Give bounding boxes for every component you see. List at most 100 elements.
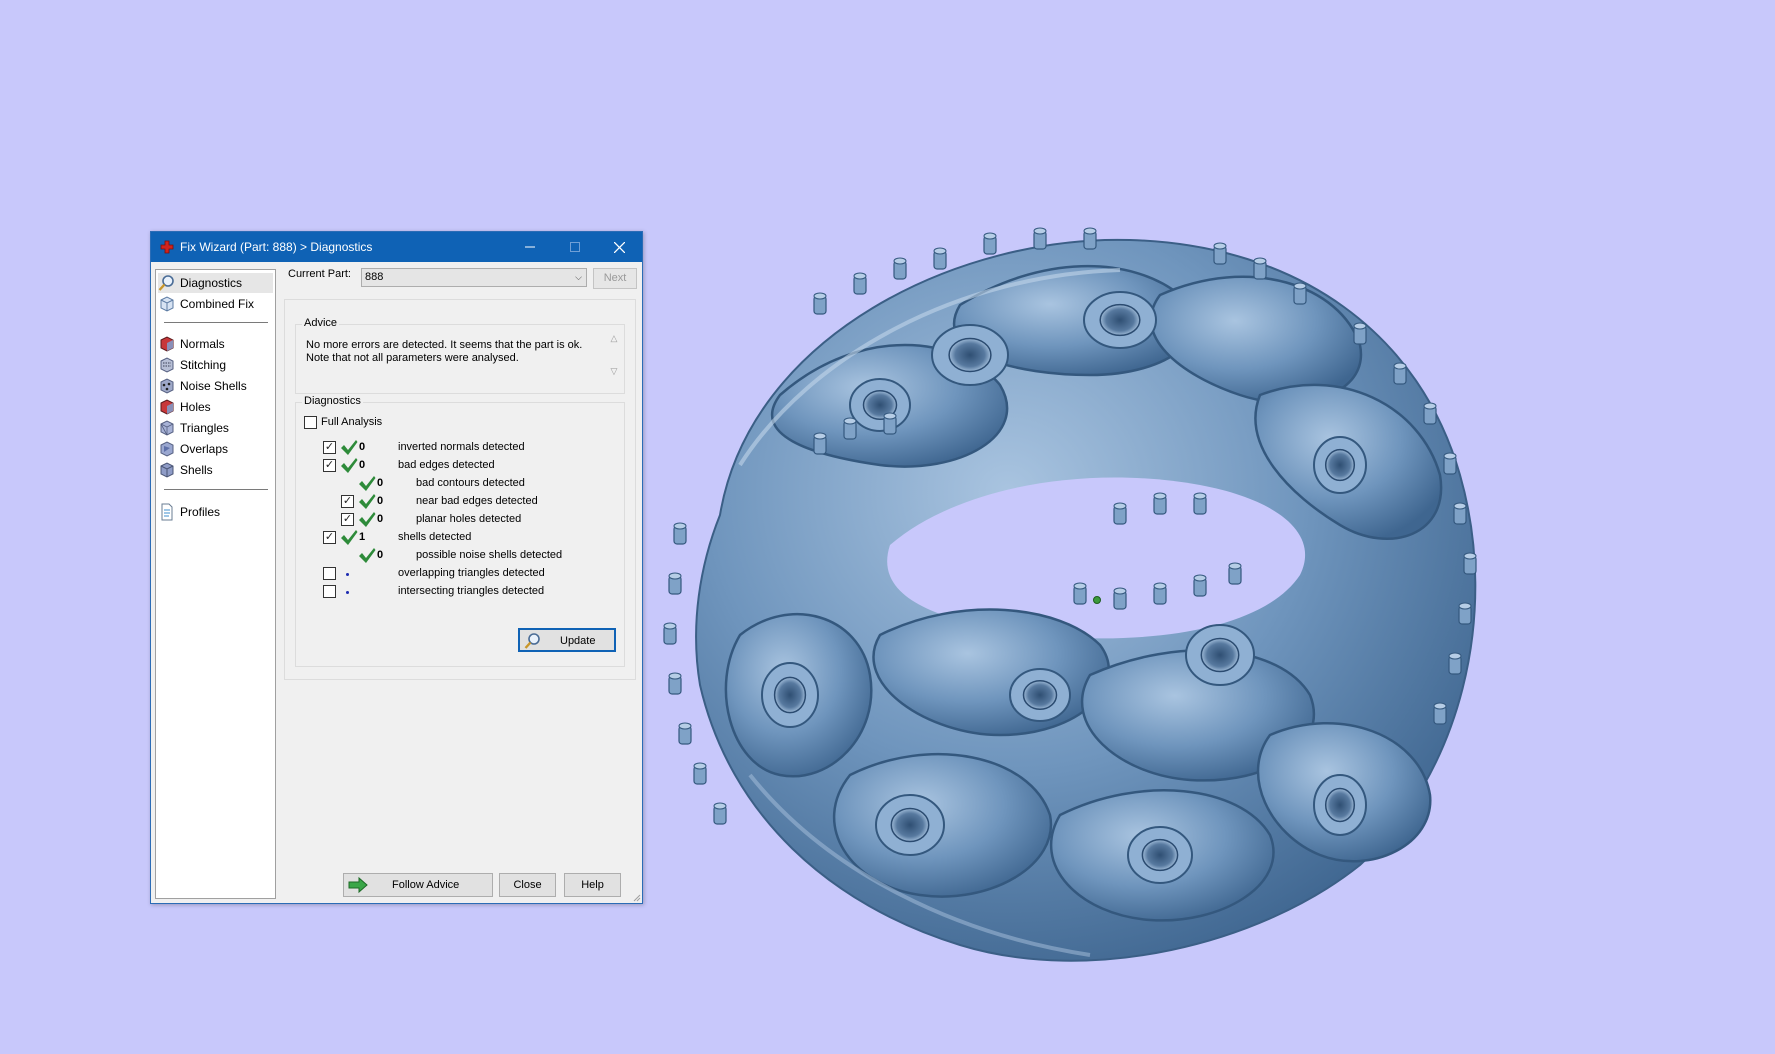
nav-item-stitching[interactable]: Stitching: [158, 355, 226, 375]
nav-label: Normals: [180, 337, 225, 351]
prong-top: [933, 247, 947, 255]
nav-divider: [164, 322, 268, 323]
diagnostic-label: intersecting triangles detected: [398, 585, 545, 597]
close-window-button[interactable]: [597, 232, 642, 262]
nav-item-overlaps[interactable]: Overlaps: [158, 439, 228, 459]
advice-text: No more errors are detected. It seems th…: [306, 339, 583, 364]
holes-cube-icon: [160, 399, 174, 415]
prong-top: [1443, 452, 1457, 460]
diagnostic-label: bad edges detected: [398, 459, 495, 471]
advice-group: Advice No more errors are detected. It s…: [295, 317, 625, 394]
diagnostic-checkbox[interactable]: ✓: [323, 459, 336, 472]
prong-top: [1353, 322, 1367, 330]
diagnostic-checkbox[interactable]: ✓: [323, 531, 336, 544]
scroll-down-icon[interactable]: ▽: [607, 366, 621, 377]
help-button[interactable]: Help: [564, 873, 621, 897]
prong-top: [1113, 587, 1127, 595]
green-check-icon: [359, 476, 376, 491]
update-button[interactable]: Update: [518, 628, 616, 652]
hole: [1324, 448, 1356, 482]
prong-top: [843, 417, 857, 425]
prong-top: [1033, 227, 1047, 235]
noise-shells-icon: [160, 378, 174, 394]
prong-top: [1448, 652, 1462, 660]
scroll-up-icon[interactable]: △: [607, 333, 621, 344]
diagnostic-label: bad contours detected: [416, 477, 525, 489]
hole: [1099, 303, 1141, 337]
nav-item-holes[interactable]: Holes: [158, 397, 211, 417]
prong-top: [668, 672, 682, 680]
maximize-icon: [569, 242, 580, 252]
prong-top: [1393, 362, 1407, 370]
prong-top: [1453, 502, 1467, 510]
green-check-icon: [359, 494, 376, 509]
ring-links: [663, 227, 1477, 962]
prong-top: [668, 572, 682, 580]
prong-top: [1423, 402, 1437, 410]
full-analysis-label: Full Analysis: [321, 416, 383, 428]
nav-item-shells[interactable]: Shells: [158, 460, 213, 480]
nav-label: Stitching: [180, 358, 227, 372]
current-part-dropdown[interactable]: 888 ⌵: [361, 268, 587, 287]
advice-scrollbar[interactable]: △ ▽: [607, 333, 621, 387]
close-icon: [614, 241, 625, 253]
diagnostic-checkbox[interactable]: [323, 585, 336, 598]
follow-advice-button[interactable]: Follow Advice: [343, 873, 493, 897]
window-title: Fix Wizard (Part: 888) > Diagnostics: [180, 240, 373, 254]
nav-label: Triangles: [180, 421, 229, 435]
not-analysed-dot-icon: [346, 573, 349, 576]
nav-item-diagnostics[interactable]: Diagnostics: [158, 273, 273, 293]
title-bar[interactable]: Fix Wizard (Part: 888) > Diagnostics: [151, 232, 642, 262]
prong-top: [853, 272, 867, 280]
prong-top: [1193, 492, 1207, 500]
nav-item-profiles[interactable]: Profiles: [158, 502, 220, 522]
close-button[interactable]: Close: [499, 873, 556, 897]
prong-top: [678, 722, 692, 730]
update-label: Update: [560, 635, 596, 647]
prong-top: [1458, 602, 1472, 610]
resize-grip-icon[interactable]: [631, 892, 641, 902]
diagnostic-count: 0: [359, 459, 366, 471]
prong-top: [663, 622, 677, 630]
minimize-button[interactable]: [507, 232, 552, 262]
fix-wizard-dialog: Fix Wizard (Part: 888) > Diagnostics Dia…: [150, 231, 643, 904]
minimize-icon: [524, 246, 535, 248]
chain-ring-model[interactable]: [660, 215, 1540, 995]
diagnostic-checkbox[interactable]: ✓: [341, 495, 354, 508]
nav-item-normals[interactable]: Normals: [158, 334, 225, 354]
hole: [1022, 679, 1058, 711]
nav-label: Diagnostics: [180, 276, 243, 290]
nav-item-triangles[interactable]: Triangles: [158, 418, 229, 438]
current-part-value: 888: [365, 271, 384, 283]
prong-top: [1193, 574, 1207, 582]
prong-top: [1228, 562, 1242, 570]
shells-cube-icon: [160, 462, 174, 478]
diagnostic-count: 1: [359, 531, 366, 543]
nav-label: Profiles: [180, 505, 221, 519]
triangles-cube-icon: [160, 420, 174, 436]
prong-top: [1083, 227, 1097, 235]
stitching-cube-icon: [160, 357, 174, 373]
diagnostic-checkbox[interactable]: ✓: [323, 441, 336, 454]
full-analysis-checkbox[interactable]: [304, 416, 317, 429]
hole: [1324, 787, 1356, 823]
advice-title: Advice: [302, 317, 340, 329]
diagnostic-count: 0: [377, 477, 384, 489]
prong-top: [693, 762, 707, 770]
hole: [890, 807, 930, 843]
diagnostic-label: inverted normals detected: [398, 441, 525, 453]
nav-item-noise-shells[interactable]: Noise Shells: [158, 376, 247, 396]
diagnostic-label: overlapping triangles detected: [398, 567, 545, 579]
cube-icon: [160, 296, 174, 312]
maximize-button[interactable]: [552, 232, 597, 262]
diagnostic-checkbox[interactable]: [323, 567, 336, 580]
nav-item-combined-fix[interactable]: Combined Fix: [158, 294, 254, 314]
next-button[interactable]: Next: [593, 268, 637, 289]
prong-top: [1433, 702, 1447, 710]
normals-cube-icon: [160, 336, 174, 352]
prong-top: [1153, 492, 1167, 500]
diagnostic-count: 0: [377, 513, 384, 525]
diagnostic-checkbox[interactable]: ✓: [341, 513, 354, 526]
prong-top: [713, 802, 727, 810]
diagnostics-title: Diagnostics: [302, 395, 363, 407]
